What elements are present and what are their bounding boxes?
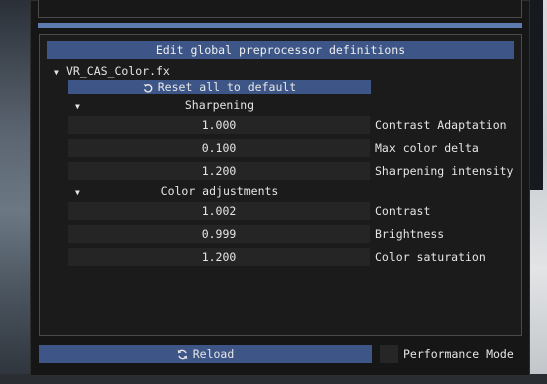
file-name: VR_CAS_Color.fx	[66, 64, 170, 78]
contrast-adaptation-slider[interactable]: 1.000	[68, 116, 370, 134]
section-title-color-adjustments: Color adjustments	[160, 184, 279, 198]
separator-bar	[38, 23, 522, 28]
contrast-adaptation-label: Contrast Adaptation	[375, 118, 507, 132]
reset-all-label: Reset all to default	[157, 80, 297, 94]
expand-triangle-icon: ▼	[54, 68, 59, 77]
background-scene-left	[0, 0, 30, 384]
reset-all-button[interactable]: Reset all to default	[68, 80, 371, 94]
tree-node-file[interactable]: ▼ VR_CAS_Color.fx	[54, 63, 170, 79]
previous-panel-frame	[38, 0, 522, 18]
background-scene-right	[527, 0, 547, 384]
color-saturation-slider[interactable]: 1.200	[68, 248, 370, 266]
background-dark-object	[529, 0, 543, 190]
performance-mode-label: Performance Mode	[403, 347, 514, 361]
section-title-sharpening: Sharpening	[184, 98, 255, 112]
max-color-delta-label: Max color delta	[375, 141, 479, 155]
reload-button[interactable]: Reload	[39, 345, 372, 363]
brightness-label: Brightness	[375, 227, 445, 241]
contrast-label: Contrast	[375, 204, 431, 218]
color-saturation-label: Color saturation	[375, 250, 486, 264]
contrast-slider[interactable]: 1.002	[68, 202, 370, 220]
performance-mode-checkbox[interactable]	[380, 345, 398, 363]
refresh-icon	[177, 349, 187, 360]
reload-label: Reload	[192, 347, 235, 361]
max-color-delta-slider[interactable]: 0.100	[68, 139, 370, 157]
undo-arrow-icon	[143, 83, 153, 93]
sharpening-intensity-label: Sharpening intensity	[375, 164, 514, 178]
sharpening-intensity-slider[interactable]: 1.200	[68, 162, 370, 180]
edit-definitions-header[interactable]: Edit global preprocessor definitions	[47, 41, 514, 59]
brightness-slider[interactable]: 0.999	[68, 225, 370, 243]
